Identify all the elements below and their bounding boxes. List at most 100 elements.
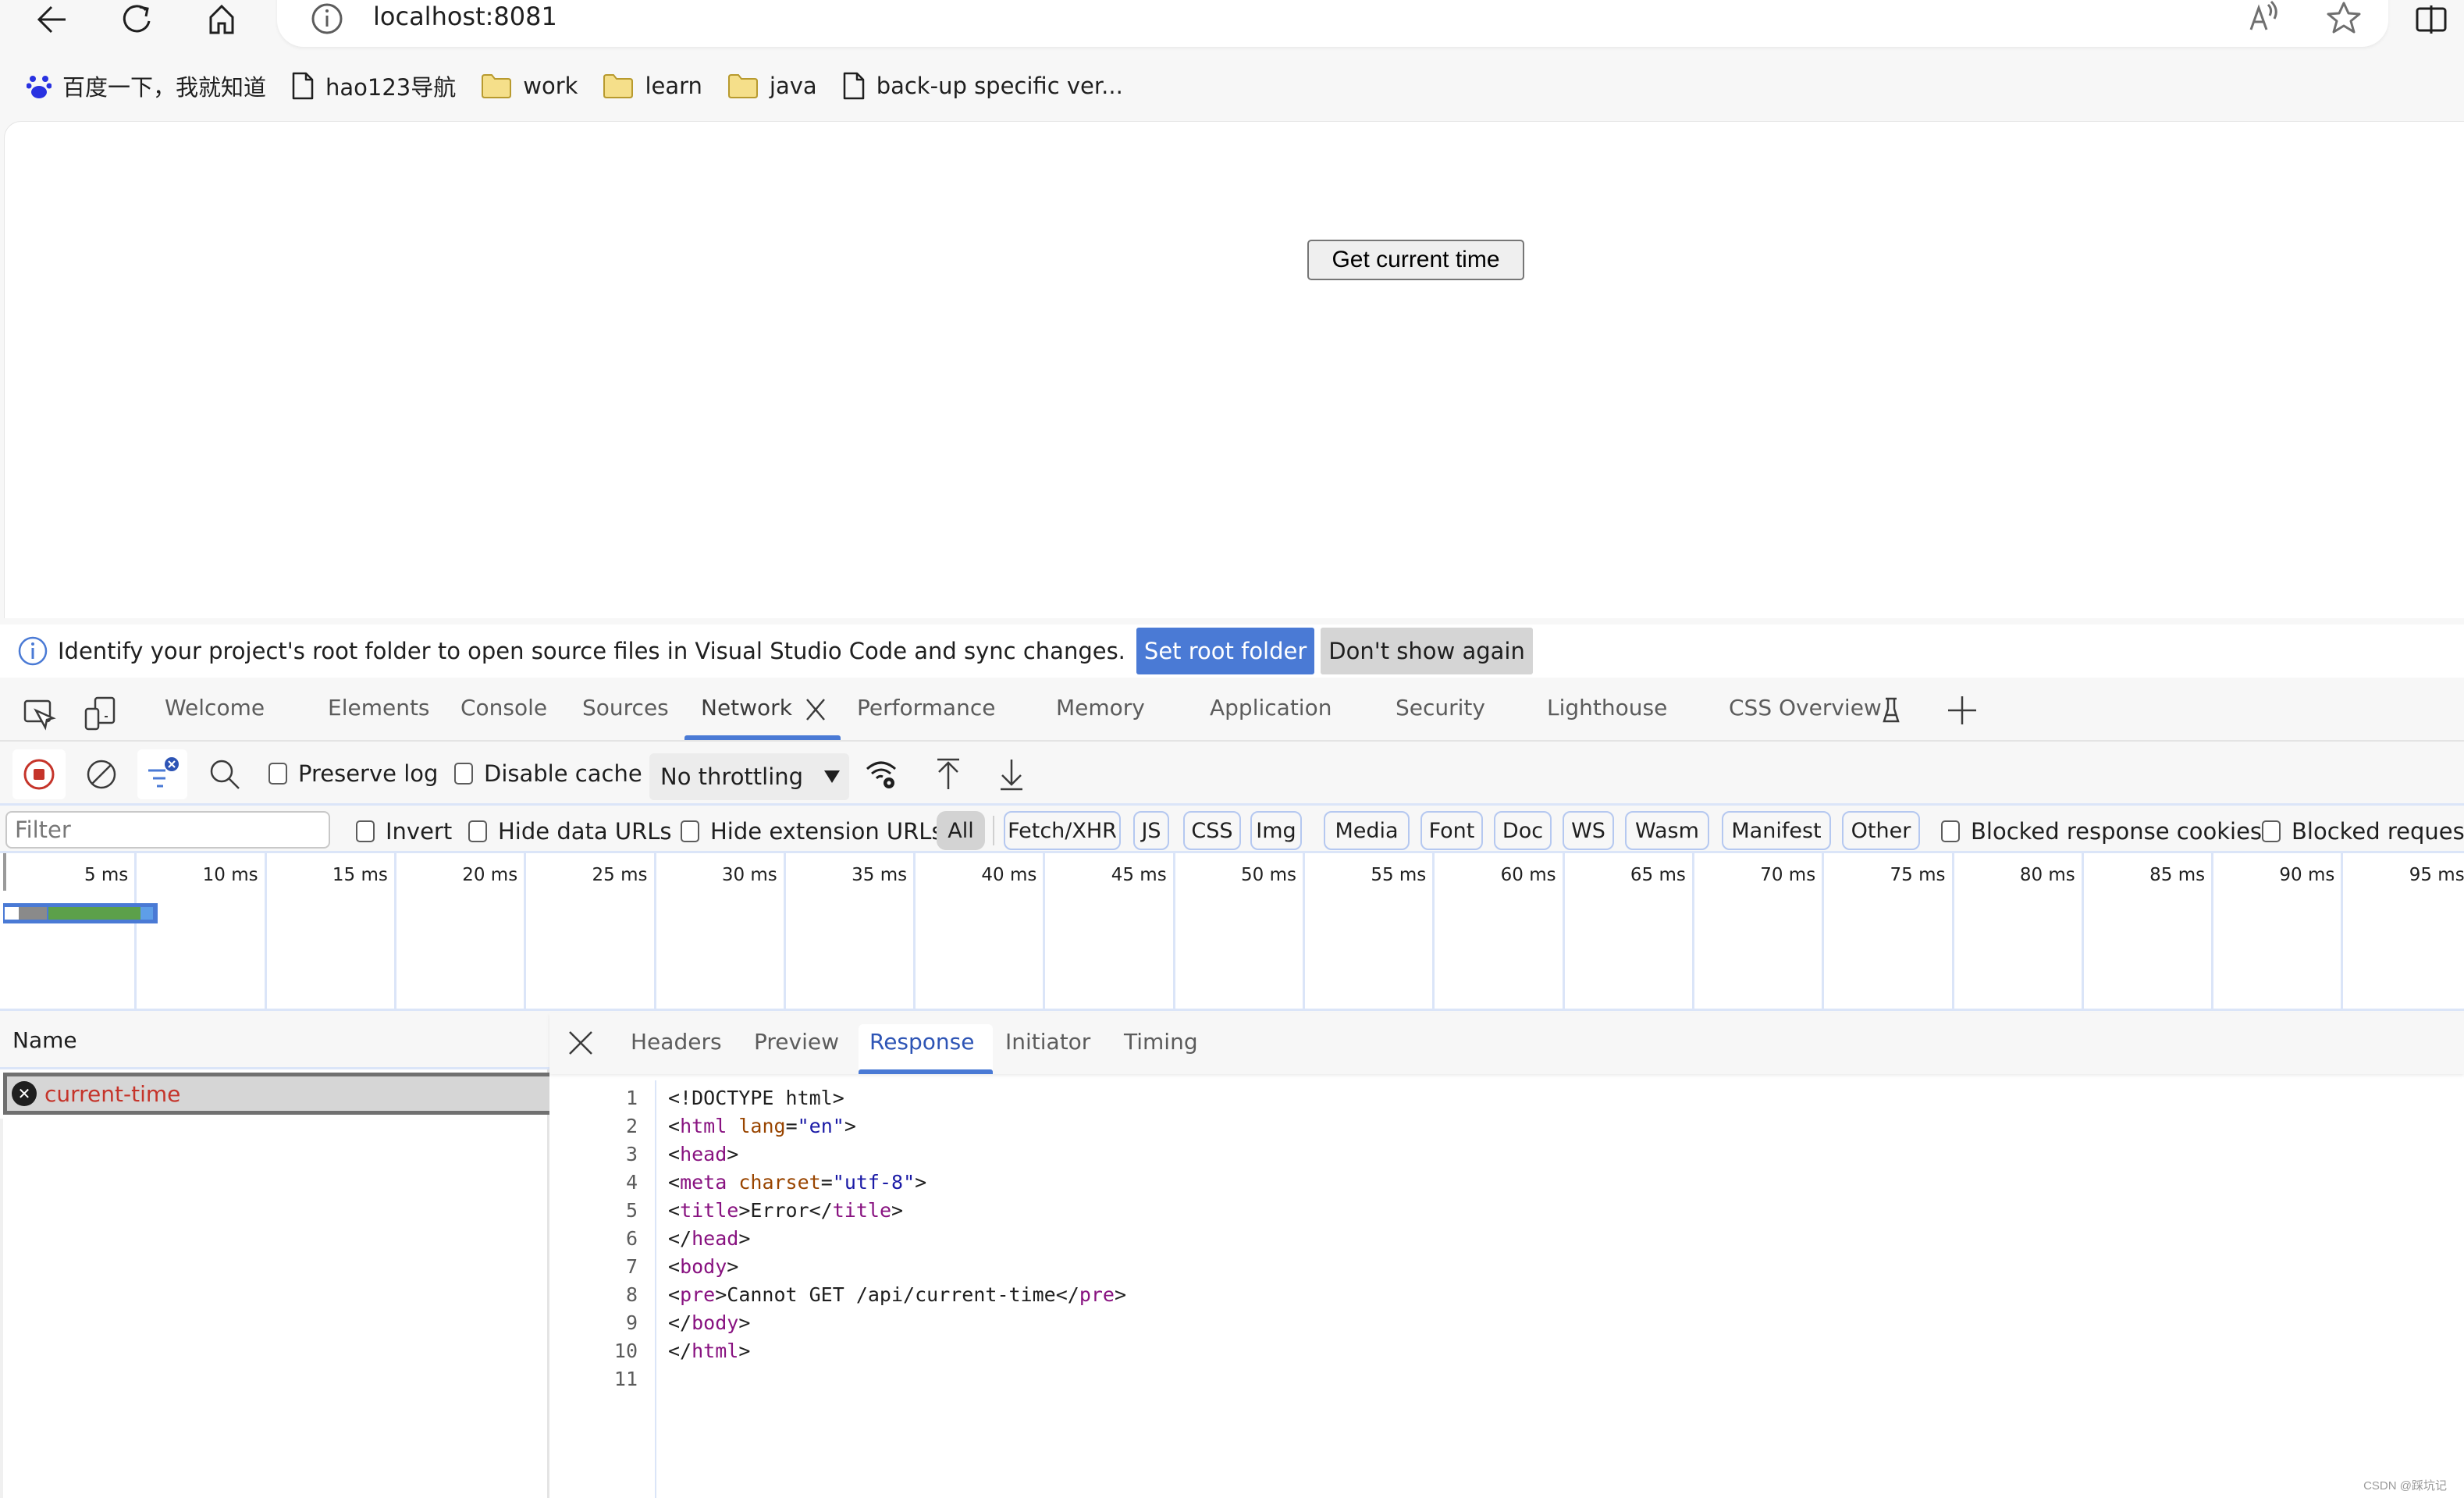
type-filter-fetch-xhr[interactable]: Fetch/XHR <box>1004 811 1121 850</box>
bookmark-folder-work[interactable]: work <box>478 64 588 108</box>
name-column-header[interactable]: Name <box>0 1013 549 1069</box>
timeline-gridline <box>913 853 916 1009</box>
tab-elements[interactable]: Elements <box>328 695 430 721</box>
tab-preview[interactable]: Preview <box>754 1029 839 1055</box>
disable-cache-checkbox[interactable]: Disable cache <box>454 760 642 787</box>
favorite-star-icon[interactable] <box>2326 0 2362 34</box>
tab-network[interactable]: Network <box>701 695 792 721</box>
set-root-folder-button[interactable]: Set root folder <box>1136 628 1315 674</box>
type-filter-manifest[interactable]: Manifest <box>1722 811 1831 850</box>
close-detail-icon[interactable] <box>565 1027 596 1059</box>
type-filter-ws[interactable]: WS <box>1563 811 1614 850</box>
network-lower-panel: Name ✕ current-time Headers Preview Resp… <box>0 1013 2464 1498</box>
type-filter-other[interactable]: Other <box>1842 811 1920 850</box>
request-name: current-time <box>44 1080 181 1107</box>
code-token-tag: head <box>692 1227 739 1250</box>
tab-sources[interactable]: Sources <box>582 695 669 721</box>
hide-extension-urls-checkbox[interactable]: Hide extension URLs <box>681 818 944 845</box>
timeline-tick-label: 90 ms <box>2279 865 2335 885</box>
reload-button[interactable] <box>113 0 160 39</box>
tab-css-overview[interactable]: CSS Overview <box>1729 695 1882 721</box>
network-overview-timeline[interactable]: 5 ms 10 ms 15 ms 20 ms 25 ms 30 ms 35 ms 40 ms 4… <box>0 853 2464 1011</box>
tab-initiator[interactable]: Initiator <box>1005 1029 1090 1055</box>
waterfall-waiting <box>48 907 140 920</box>
code-token-tag: body <box>680 1255 727 1278</box>
type-filter-js[interactable]: JS <box>1133 811 1169 850</box>
back-button[interactable] <box>28 0 75 39</box>
bookmark-folder-java[interactable]: java <box>724 64 828 108</box>
code-line: </head> <box>668 1227 750 1250</box>
tab-lighthouse[interactable]: Lighthouse <box>1547 695 1667 721</box>
read-aloud-icon[interactable] <box>2248 0 2282 34</box>
blocked-response-cookies-checkbox[interactable]: Blocked response cookies <box>1941 818 2262 845</box>
hide-data-urls-checkbox[interactable]: Hide data URLs <box>468 818 672 845</box>
address-bar[interactable]: localhost:8081 <box>277 0 2388 47</box>
filter-input[interactable] <box>5 811 330 849</box>
site-info-icon[interactable] <box>310 2 344 36</box>
invert-checkbox[interactable]: Invert <box>356 818 452 845</box>
close-network-tab-icon[interactable] <box>804 696 827 723</box>
split-screen-button[interactable] <box>2408 0 2455 39</box>
code-token-punc: < <box>668 1115 681 1137</box>
tab-welcome[interactable]: Welcome <box>165 695 265 721</box>
code-token-punc: > <box>844 1115 856 1137</box>
type-filter-font[interactable]: Font <box>1420 811 1483 850</box>
url-text[interactable]: localhost:8081 <box>373 2 557 31</box>
code-token-punc: > <box>891 1199 904 1222</box>
list-left-edge <box>0 1119 3 1498</box>
type-filter-css[interactable]: CSS <box>1183 811 1241 850</box>
more-tools-plus-icon[interactable] <box>1947 693 1978 728</box>
network-toolbar: Preserve log Disable cache No throttling <box>0 743 2464 806</box>
tab-headers[interactable]: Headers <box>631 1029 722 1055</box>
experimental-flask-icon <box>1881 696 1901 724</box>
tab-application[interactable]: Application <box>1210 695 1332 721</box>
bookmarks-bar: 百度一下，我就知道 hao123导航 work learn java back-… <box>0 62 2464 109</box>
search-icon <box>208 757 242 792</box>
baidu-paw-icon <box>27 73 52 99</box>
blocked-requests-checkbox[interactable]: Blocked requests <box>2262 818 2464 845</box>
network-conditions-button[interactable] <box>859 749 905 799</box>
request-row[interactable]: ✕ current-time <box>3 1073 549 1115</box>
throttling-select[interactable]: No throttling <box>649 753 849 800</box>
tab-console[interactable]: Console <box>460 695 547 721</box>
bookmark-backup[interactable]: back-up specific ver... <box>839 64 1134 108</box>
upload-icon <box>933 756 964 792</box>
dont-show-again-button[interactable]: Don't show again <box>1321 628 1533 674</box>
timeline-tick-label: 65 ms <box>1630 865 1686 885</box>
type-filter-img[interactable]: Img <box>1250 811 1302 850</box>
waterfall-download <box>140 907 153 920</box>
type-filter-all[interactable]: All <box>937 811 985 850</box>
get-current-time-button[interactable]: Get current time <box>1307 240 1524 280</box>
import-har-button[interactable] <box>925 749 972 799</box>
device-emulation-icon[interactable] <box>83 695 117 732</box>
bookmark-hao123[interactable]: hao123导航 <box>288 64 467 108</box>
tab-response[interactable]: Response <box>869 1029 974 1055</box>
code-token-tag: body <box>692 1311 739 1334</box>
code-token-punc <box>727 1115 738 1137</box>
tab-timing[interactable]: Timing <box>1124 1029 1198 1055</box>
tab-memory[interactable]: Memory <box>1056 695 1145 721</box>
timeline-gridline <box>2341 853 2344 1009</box>
line-number: 3 <box>625 1143 638 1165</box>
export-har-button[interactable] <box>988 749 1035 799</box>
code-line: <head> <box>668 1143 738 1165</box>
line-number: 4 <box>625 1171 638 1194</box>
stop-recording-button[interactable] <box>12 749 66 799</box>
bookmark-baidu[interactable]: 百度一下，我就知道 <box>23 64 277 108</box>
filter-toggle-button[interactable] <box>137 749 187 799</box>
timeline-tick-label: 95 ms <box>2409 865 2464 885</box>
type-filter-media[interactable]: Media <box>1324 811 1410 850</box>
error-status-icon: ✕ <box>12 1081 37 1106</box>
inspect-element-icon[interactable] <box>22 696 56 731</box>
tab-security[interactable]: Security <box>1396 695 1485 721</box>
home-button[interactable] <box>198 0 245 39</box>
type-filter-wasm[interactable]: Wasm <box>1625 811 1709 850</box>
preserve-log-checkbox[interactable]: Preserve log <box>268 760 438 787</box>
bookmark-folder-learn[interactable]: learn <box>599 64 713 108</box>
clear-log-button[interactable] <box>76 749 126 799</box>
code-line: </html> <box>668 1340 750 1362</box>
type-filter-doc[interactable]: Doc <box>1494 811 1552 850</box>
tab-performance[interactable]: Performance <box>857 695 995 721</box>
search-button[interactable] <box>201 749 248 799</box>
divider <box>993 816 994 845</box>
